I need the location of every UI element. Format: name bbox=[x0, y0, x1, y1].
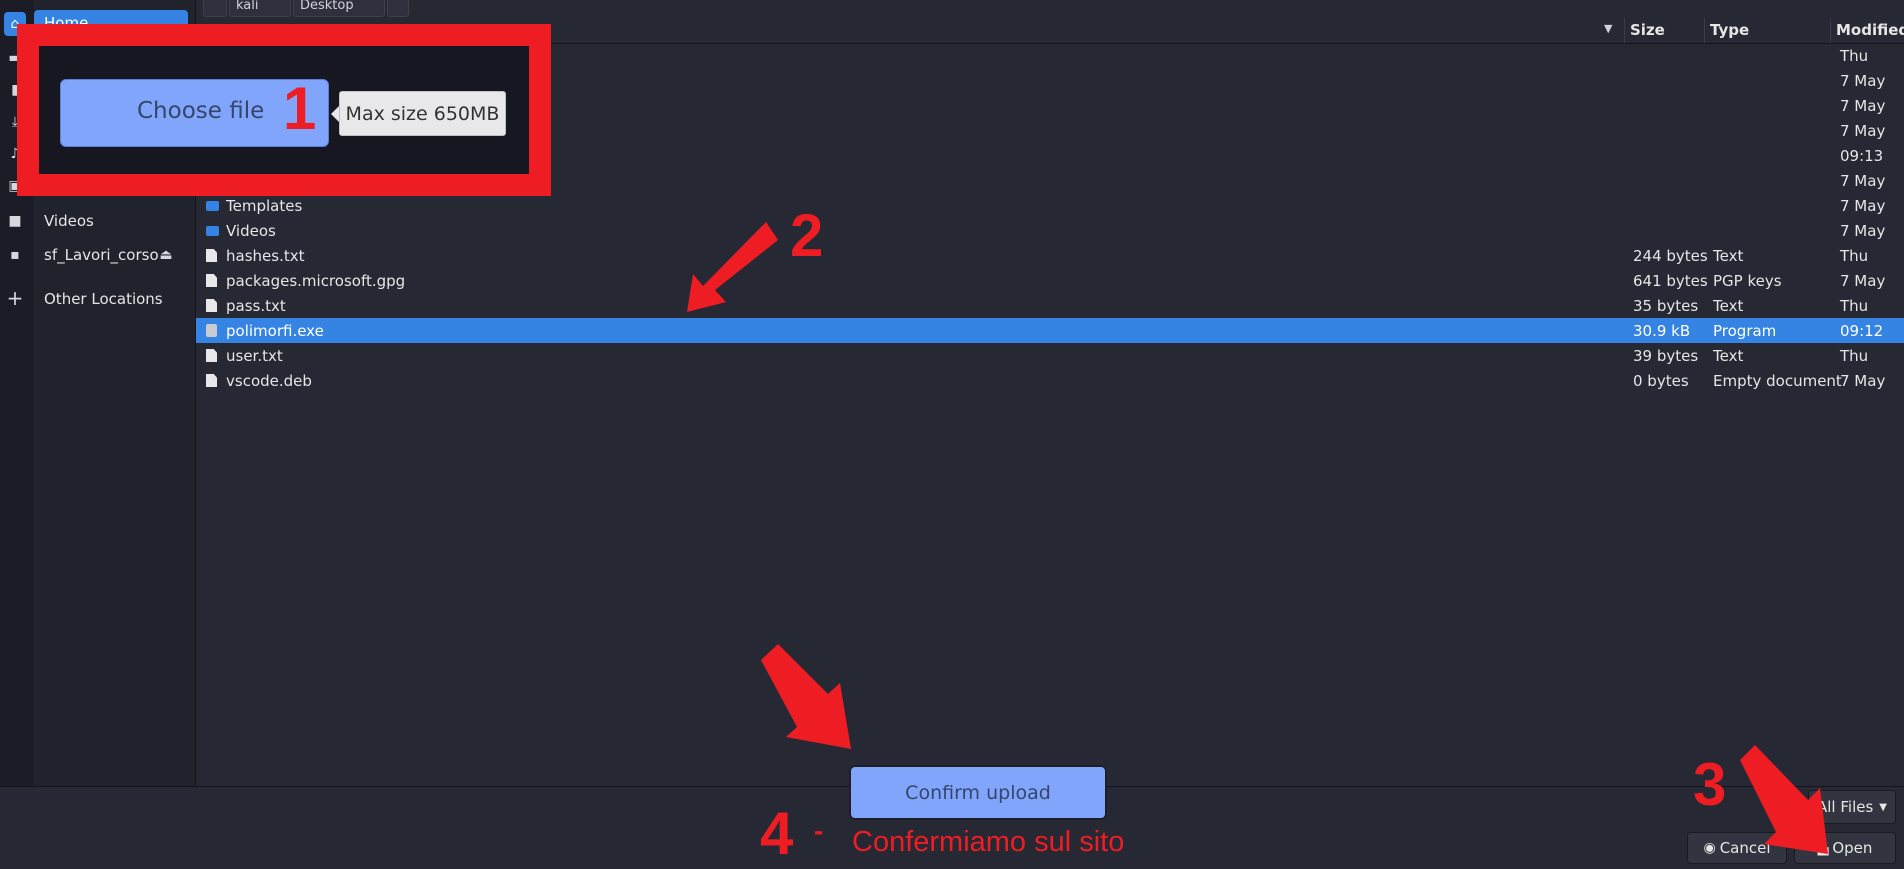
arrow-4-icon bbox=[761, 644, 851, 749]
step-4-caption: Confermiamo sul sito bbox=[852, 826, 1125, 858]
annotation-arrows bbox=[687, 222, 1828, 854]
step-4-dash: - bbox=[814, 815, 824, 846]
step-number-4: 4 bbox=[760, 800, 794, 867]
step-number-2: 2 bbox=[790, 202, 824, 269]
step-number-3: 3 bbox=[1693, 751, 1727, 818]
arrow-3-icon bbox=[1740, 745, 1828, 854]
confirm-upload-button[interactable]: Confirm upload bbox=[849, 765, 1107, 820]
arrow-2-icon bbox=[687, 222, 778, 312]
confirm-upload-label: Confirm upload bbox=[905, 781, 1051, 804]
